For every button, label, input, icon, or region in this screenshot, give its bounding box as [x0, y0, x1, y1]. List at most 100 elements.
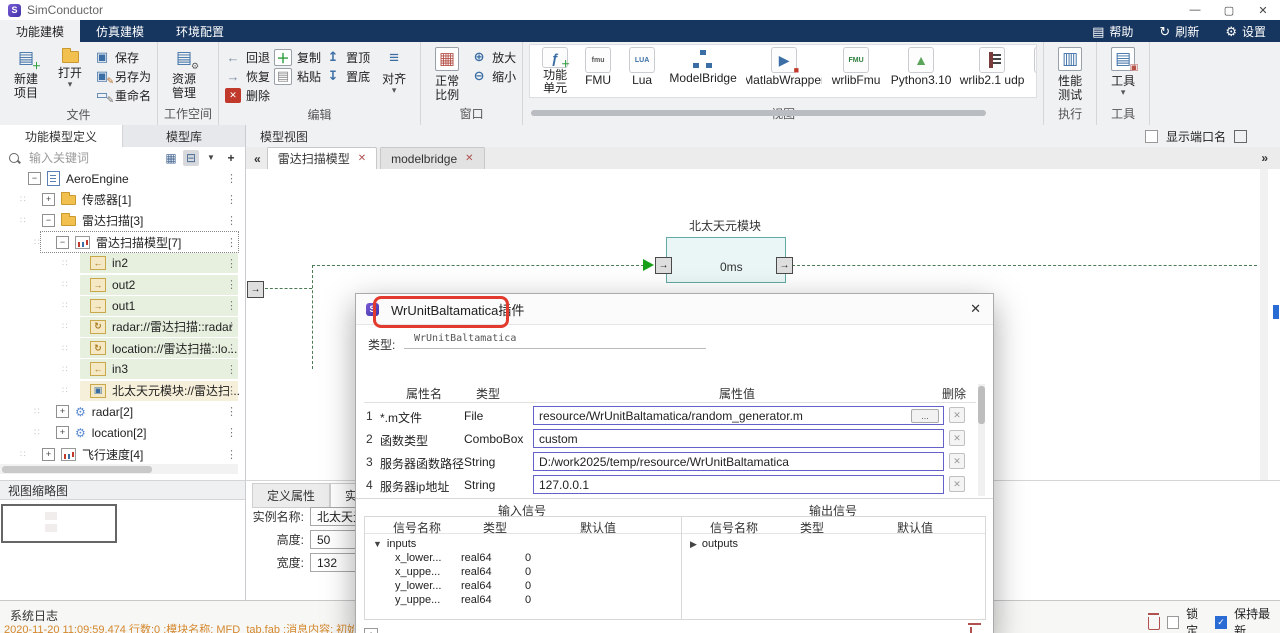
tree-item[interactable]: −AeroEngine⋮	[0, 168, 245, 189]
view-item-FMU[interactable]: fmuFMU	[578, 47, 618, 95]
view-item-v[interactable]: v	[1032, 47, 1037, 95]
tree-item[interactable]: ∷−雷达扫描模型[7]⋮	[0, 232, 245, 253]
sidebar-tab-模型库[interactable]: 模型库	[123, 125, 245, 147]
menubar-action-help[interactable]: ▤帮助	[1092, 23, 1133, 40]
tree-item[interactable]: ∷+⚙location[2]⋮	[0, 422, 245, 443]
ribbon-button-回退[interactable]: ←回退	[225, 48, 270, 66]
block-input-port[interactable]: →	[655, 257, 672, 274]
tree-item[interactable]: ∷+传感器[1]⋮	[0, 189, 245, 210]
item-menu-icon[interactable]: ⋮	[226, 278, 237, 291]
item-menu-icon[interactable]: ⋮	[226, 448, 237, 461]
tree-item[interactable]: ∷+飞行速度[4]⋮	[0, 444, 245, 464]
tabs-scroll-right-icon[interactable]: »	[1261, 151, 1268, 165]
view-item-wrlibFmu[interactable]: FMUwrlibFmu	[828, 47, 884, 95]
expand-icon[interactable]: +	[56, 405, 69, 418]
delete-row-button[interactable]: ✕	[949, 453, 965, 469]
add-signal-icon[interactable]: +	[364, 628, 378, 633]
item-menu-icon[interactable]: ⋮	[226, 342, 237, 355]
browse-button[interactable]: ...	[911, 409, 939, 423]
ribbon-button-置顶[interactable]: ↥置顶	[325, 48, 370, 66]
menu-tab-环境配置[interactable]: 环境配置	[160, 20, 240, 42]
expand-icon[interactable]: +	[56, 426, 69, 439]
property-value-input[interactable]: resource/WrUnitBaltamatica/random_genera…	[533, 406, 944, 425]
item-menu-icon[interactable]: ⋮	[226, 257, 237, 270]
grid-view-icon[interactable]: ▦	[163, 150, 179, 166]
ribbon-button-粘贴[interactable]: ▤粘贴	[274, 67, 321, 85]
ribbon-button-缩小[interactable]: ⊖缩小	[471, 67, 516, 85]
thumbnail-viewport[interactable]	[1, 504, 117, 543]
tree-item[interactable]: ∷→out1⋮	[0, 295, 245, 316]
menu-tab-仿真建模[interactable]: 仿真建模	[80, 20, 160, 42]
collapse-icon[interactable]: −	[28, 172, 41, 185]
chevron-down-icon[interactable]: ▼	[373, 539, 382, 549]
ribbon-button-置底[interactable]: ↧置底	[325, 67, 370, 85]
property-value-input[interactable]: 127.0.0.1	[533, 475, 944, 494]
tree-item[interactable]: ∷+⚙radar[2]⋮	[0, 401, 245, 422]
tree-view-icon[interactable]: ⊟	[183, 150, 199, 166]
edge-port[interactable]: →	[247, 281, 264, 298]
ribbon-button-打开[interactable]: 打开▾	[50, 44, 90, 88]
add-node-icon[interactable]: +	[223, 150, 239, 166]
item-menu-icon[interactable]: ⋮	[226, 236, 237, 249]
tree-item[interactable]: ∷↻location://雷达扫描::lo...⋮	[0, 338, 245, 359]
view-dropdown-icon[interactable]: ▼	[203, 150, 219, 166]
log-keep-latest-checkbox[interactable]: ✓	[1215, 616, 1227, 629]
collapse-icon[interactable]: −	[42, 214, 55, 227]
view-strip-scrollbar[interactable]	[531, 110, 986, 116]
dialog-splitter[interactable]	[356, 498, 993, 499]
ribbon-button-对齐[interactable]: ≡对齐▾	[374, 44, 414, 94]
view-item-Python310[interactable]: ▲Python3.10	[890, 47, 952, 95]
ribbon-button-性能测试[interactable]: ▥性能 测试	[1050, 44, 1090, 102]
delete-row-button[interactable]: ✕	[949, 430, 965, 446]
item-menu-icon[interactable]: ⋮	[226, 405, 237, 418]
ribbon-button-复制[interactable]: ＋复制	[274, 48, 321, 66]
item-menu-icon[interactable]: ⋮	[226, 299, 237, 312]
canvas-tab-modelbridge[interactable]: modelbridge✕	[380, 147, 484, 169]
item-menu-icon[interactable]: ⋮	[226, 320, 237, 333]
tabs-scroll-left-icon[interactable]: «	[254, 152, 261, 166]
fullscreen-icon[interactable]	[1234, 130, 1247, 143]
signal-group-outputs[interactable]: ▶outputs	[690, 538, 738, 550]
ribbon-button-重命名[interactable]: ▭✎重命名	[94, 86, 151, 104]
item-menu-icon[interactable]: ⋮	[226, 384, 237, 397]
expand-icon[interactable]: +	[42, 448, 55, 461]
property-value-input[interactable]: custom	[533, 429, 944, 448]
type-value-field[interactable]: WrUnitBaltamatica	[404, 328, 706, 349]
close-button[interactable]: ✕	[1246, 0, 1280, 20]
view-item-[interactable]: ƒ＋功能单元	[538, 47, 572, 95]
ribbon-button-删除[interactable]: ✕删除	[225, 86, 270, 104]
menubar-action-refresh[interactable]: ↻刷新	[1159, 23, 1199, 40]
delete-row-button[interactable]: ✕	[949, 407, 965, 423]
tab-close-icon[interactable]: ✕	[465, 153, 473, 164]
ribbon-button-恢复[interactable]: →恢复	[225, 67, 270, 85]
delete-row-button[interactable]: ✕	[949, 476, 965, 492]
view-item-ModelBridge[interactable]: ModelBridge	[666, 47, 740, 95]
tab-close-icon[interactable]: ✕	[358, 153, 366, 164]
block-output-port[interactable]: →	[776, 257, 793, 274]
view-item-MatlabWrapper[interactable]: ▶■MatlabWrapper	[746, 47, 822, 95]
clear-log-icon[interactable]	[1148, 617, 1160, 630]
item-menu-icon[interactable]: ⋮	[226, 426, 237, 439]
ribbon-button-资源管理[interactable]: ▤⚙资源 管理	[164, 44, 204, 100]
item-menu-icon[interactable]: ⋮	[226, 172, 237, 185]
tree-item[interactable]: ∷←in3⋮	[0, 359, 245, 380]
property-value-input[interactable]: D:/work2025/temp/resource/WrUnitBaltamat…	[533, 452, 944, 471]
tree-hscrollbar[interactable]	[2, 466, 152, 473]
ribbon-button-另存为[interactable]: ▣✎另存为	[94, 67, 151, 85]
tree-item[interactable]: ∷→out2⋮	[0, 274, 245, 295]
signal-group-inputs[interactable]: ▼inputs	[373, 538, 416, 550]
dialog-close-icon[interactable]: ✕	[970, 301, 981, 317]
chevron-right-icon[interactable]: ▶	[690, 539, 697, 549]
ribbon-button-工具[interactable]: ▤▣工具▾	[1103, 44, 1143, 96]
item-menu-icon[interactable]: ⋮	[226, 363, 237, 376]
maximize-button[interactable]: ▢	[1212, 0, 1246, 20]
tree-item[interactable]: ∷↻radar://雷达扫描::radar⋮	[0, 316, 245, 337]
sidebar-tab-功能模型定义[interactable]: 功能模型定义	[0, 125, 123, 147]
property-tab-定义属性[interactable]: 定义属性	[252, 483, 330, 508]
view-item-wrlib21udp[interactable]: wrlib2.1 udp	[958, 47, 1026, 95]
dialog-table-scrollbar[interactable]	[978, 386, 985, 424]
tree-item[interactable]: ∷←in2⋮	[0, 253, 245, 274]
delete-signal-icon[interactable]	[970, 627, 972, 633]
menu-tab-功能建模[interactable]: 功能建模	[0, 20, 80, 42]
minimize-button[interactable]: —	[1178, 0, 1212, 20]
